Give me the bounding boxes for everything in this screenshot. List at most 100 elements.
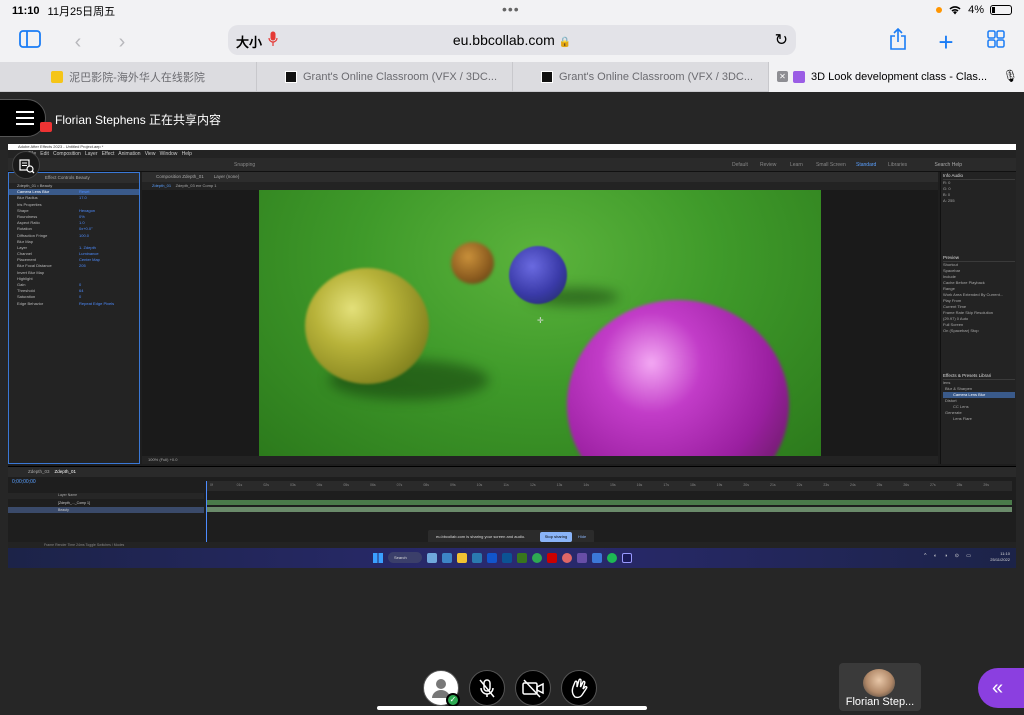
tab-microphone-icon[interactable]: 🎙 — [1003, 69, 1018, 83]
ae-ruler-label: 07s — [396, 483, 403, 487]
tab-label: 3D Look development class - Clas... — [811, 71, 988, 83]
wechat-icon — [532, 552, 542, 563]
ae-ruler-label: 04s — [316, 483, 323, 487]
file-explorer-icon — [457, 552, 467, 563]
ae-menu-item: Composition — [53, 151, 81, 157]
ae-ruler-label: 06s — [370, 483, 376, 487]
taskbar-clock: 11:10 25/11/2022 — [990, 551, 1010, 563]
my-status-button[interactable]: ✓ — [423, 670, 460, 707]
ae-ruler-label: 18s — [690, 483, 696, 487]
forward-icon[interactable]: › — [108, 28, 136, 56]
grant-icon — [285, 71, 297, 83]
ae-panel-header: Info Audio — [943, 172, 1015, 180]
taskbar-search: Search — [388, 552, 422, 563]
brown-ball — [451, 242, 494, 284]
ae-ruler-label: 02s — [263, 483, 269, 487]
ae-layer-track — [206, 500, 1012, 505]
word-icon — [502, 552, 512, 563]
tab-grant-classroom-1[interactable]: Grant's Online Classroom (VFX / 3DC... — [257, 62, 513, 92]
microphone-off-icon — [479, 679, 495, 698]
ae-layer-row: [Zdepth_..._Comp 1] — [58, 501, 90, 505]
tab-mud-cinema[interactable]: 泥巴影院-海外华人在线影院 — [0, 62, 257, 92]
ae-ruler-label: 11s — [503, 483, 509, 487]
ae-workspace: Learn — [790, 162, 803, 168]
ae-layer-track — [206, 507, 1012, 512]
raise-hand-button[interactable] — [561, 670, 597, 706]
zoom-search-button[interactable] — [12, 151, 40, 179]
ae-effect-controls: Effect Controls Beauty Zdepth_01 • Beaut… — [8, 172, 140, 464]
reload-icon[interactable]: ↻ — [775, 30, 788, 50]
ae-ruler-label: 19s — [716, 483, 723, 487]
url-text[interactable]: eu.bbcollab.com 🔒 — [228, 32, 796, 48]
blue-ball — [509, 246, 567, 304]
collaborate-panel-toggle[interactable]: « — [978, 668, 1024, 708]
collab-menu-button[interactable] — [0, 99, 52, 137]
system-tray: ^ ◐ ◑ ⊙ ▭ — [924, 553, 974, 559]
tab-3d-look-dev[interactable]: ✕ 3D Look development class - Clas... 🎙 — [769, 62, 1024, 92]
stop-sharing-button: Stop sharing — [540, 532, 572, 542]
chrome-icon — [562, 552, 572, 563]
back-icon[interactable]: ‹ — [64, 28, 92, 56]
collab-icon — [793, 71, 805, 83]
ae-effect-label: Edge Behavior — [17, 300, 44, 306]
status-date: 11月25日周五 — [47, 6, 116, 18]
multitasking-dots-icon[interactable]: ••• — [502, 2, 520, 16]
close-tab-icon[interactable]: ✕ — [777, 71, 788, 82]
tab-overview-icon[interactable] — [982, 28, 1010, 56]
ae-info-panel: Info Audio R: 0 G: 0 B: 0 A: 255 — [943, 172, 1015, 204]
share-notice-text: eu.bbcollab.com is sharing your screen a… — [436, 534, 526, 539]
status-check-icon: ✓ — [446, 693, 460, 707]
address-bar[interactable]: 大小 eu.bbcollab.com 🔒 ↻ — [228, 25, 796, 55]
camera-off-icon — [522, 679, 544, 698]
ae-effects-rows: Blur & Sharpen Camera Lens Blur Distort CC … — [943, 386, 1015, 422]
home-indicator[interactable] — [377, 706, 647, 710]
ae-effect-label: Layer — [17, 244, 28, 250]
ae-workspace: Review — [760, 162, 777, 168]
ae-workspace: Standard — [856, 162, 877, 168]
camera-toggle-button[interactable] — [515, 670, 551, 706]
status-time: 11:10 — [12, 5, 40, 17]
share-icon[interactable] — [884, 27, 912, 56]
tab-grant-classroom-2[interactable]: Grant's Online Classroom (VFX / 3DC... — [513, 62, 769, 92]
widgets-icon — [442, 552, 452, 563]
ae-preview-row: On (Spacebar) Stop — [943, 328, 979, 333]
ae-effect-label: Aspect Ratio — [17, 220, 40, 226]
ae-workspace: Snapping — [234, 162, 256, 168]
ae-workspace: Default — [732, 162, 748, 168]
tab-label: Grant's Online Classroom (VFX / 3DC... — [303, 71, 498, 83]
ae-menu-item: Help — [181, 151, 192, 157]
ae-ruler-label: 12s — [530, 483, 536, 487]
ae-menu-item: Animation — [118, 151, 141, 157]
app-icon — [517, 552, 527, 563]
ae-ruler-label: 20s — [743, 483, 749, 487]
ae-preview-rows: Shortcut Spacebar Include Cache Before Play… — [943, 262, 1015, 334]
ae-composition-panel: Composition Zdepth_01 Layer (none) Zdept… — [142, 172, 938, 464]
mud-icon — [51, 71, 64, 83]
app-icon — [547, 552, 557, 563]
after-effects-icon — [622, 552, 632, 563]
sidebar-toggle-icon[interactable] — [16, 28, 44, 56]
ae-effect-label: Shape — [17, 207, 29, 213]
ae-ruler-label: 22s — [796, 483, 803, 487]
ae-ruler-label: 0f — [210, 483, 213, 487]
ae-effect-label: Blur Radius — [17, 195, 38, 201]
participant-name: Florian Step... — [845, 696, 915, 708]
ae-effects-presets-panel: Effects & Presets Librari lens Blur & Sh… — [943, 372, 1015, 422]
ae-timecode: 0;00;00;00 — [12, 479, 36, 485]
microphone-toggle-button[interactable] — [469, 670, 505, 706]
ae-info-value: A: 255 — [943, 198, 955, 203]
new-tab-icon[interactable]: + — [932, 28, 960, 56]
tab-label: Grant's Online Classroom (VFX / 3DC... — [559, 71, 754, 83]
tab-label: 泥巴影院-海外华人在线影院 — [69, 72, 205, 84]
status-right: 4% — [936, 4, 1012, 16]
raise-hand-icon — [571, 678, 588, 699]
ae-menu-item: Window — [159, 151, 178, 157]
participant-tile[interactable]: Florian Step... — [839, 663, 921, 711]
ae-ruler-label: 03s — [290, 483, 296, 487]
ae-playhead — [206, 481, 207, 547]
ae-effect-label: Iris Properties — [17, 201, 42, 207]
ae-ruler-label: 09s — [450, 483, 456, 487]
ae-ruler-label: 26s — [903, 483, 909, 487]
wifi-icon — [949, 6, 961, 15]
ae-layer-label: Layer (none) — [213, 174, 240, 179]
